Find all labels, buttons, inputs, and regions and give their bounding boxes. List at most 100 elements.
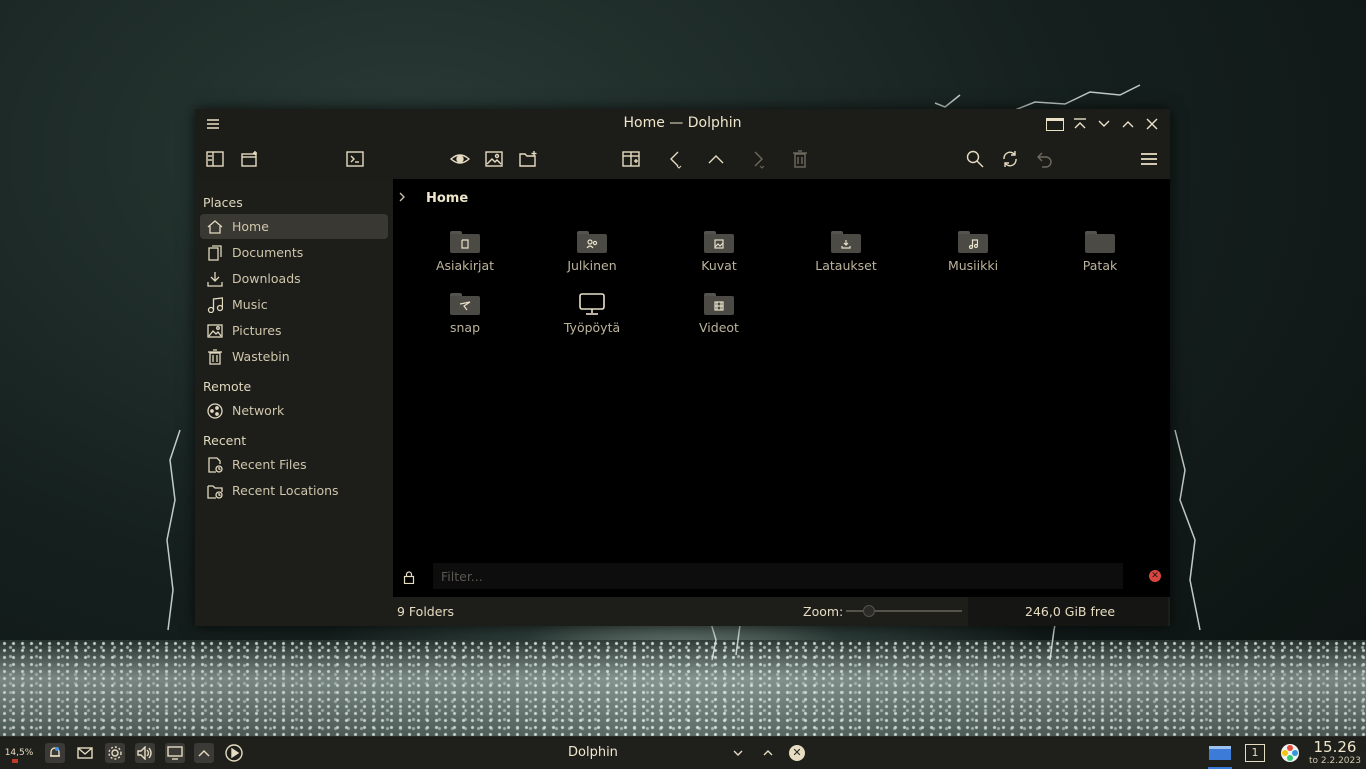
folder-item[interactable]: Lataukset (791, 231, 901, 273)
sidebar-item-documents[interactable]: Documents (200, 240, 388, 265)
filter-input[interactable] (433, 563, 1123, 589)
music-folder-icon (958, 231, 988, 253)
free-space-label: 246,0 GiB free (1025, 604, 1116, 619)
sidebar-item-label: Recent Files (232, 457, 307, 472)
breadcrumb[interactable]: Home (426, 191, 468, 206)
settings-icon[interactable] (105, 743, 125, 763)
sidebar-item-label: Music (232, 297, 268, 312)
wastebin-icon (206, 348, 224, 366)
zoom-slider-handle[interactable] (863, 605, 875, 617)
downloads-icon (206, 270, 224, 288)
clock-time: 15.26 (1313, 738, 1357, 756)
sidebar-item-music[interactable]: Music (200, 292, 388, 317)
pictures-icon (206, 322, 224, 340)
digital-clock[interactable]: 15.26 to 2.2.2023 (1306, 738, 1364, 767)
clock-date: to 2.2.2023 (1309, 756, 1361, 766)
mail-icon[interactable] (75, 743, 95, 763)
sidebar-item-home[interactable]: Home (200, 214, 388, 239)
search-icon[interactable] (963, 147, 987, 171)
new-folder-icon[interactable] (516, 147, 540, 171)
sidebar-item-label: Wastebin (232, 349, 290, 364)
sidebar-item-label: Network (232, 403, 285, 418)
filter-bar: ✕ (393, 559, 1170, 593)
folder-item[interactable]: Asiakirjat (410, 231, 520, 273)
recent-files-icon (206, 456, 224, 474)
color-picker-icon[interactable] (1280, 743, 1300, 763)
close-icon[interactable] (1142, 114, 1162, 134)
up-icon[interactable] (704, 147, 728, 171)
status-bar: 9 Folders Zoom: 246,0 GiB free (393, 597, 1170, 626)
public-folder-icon (577, 231, 607, 253)
volume-icon[interactable] (135, 743, 155, 763)
folder-item[interactable]: Videot (664, 293, 774, 335)
pictures-folder-icon (704, 231, 734, 253)
window-switcher-icon[interactable] (1208, 743, 1232, 769)
display-icon[interactable] (165, 743, 185, 763)
shade-icon[interactable] (1070, 114, 1090, 134)
back-icon[interactable] (663, 147, 687, 171)
preview-eye-icon[interactable] (448, 147, 472, 171)
folder-item[interactable]: Työpöytä (537, 293, 647, 335)
show-previews-icon[interactable] (482, 147, 506, 171)
lock-icon[interactable] (403, 569, 415, 588)
folder-icon (1085, 231, 1115, 253)
sidebar-item-recent-files[interactable]: Recent Files (200, 452, 388, 477)
downloads-folder-icon (831, 231, 861, 253)
sidebar-item-pictures[interactable]: Pictures (200, 318, 388, 343)
forward-icon[interactable] (746, 147, 770, 171)
minimize-icon[interactable] (1094, 114, 1114, 134)
recent-locations-icon (206, 482, 224, 500)
free-space-bar[interactable]: 246,0 GiB free (968, 597, 1168, 626)
music-icon (206, 296, 224, 314)
places-panel-icon[interactable] (203, 147, 227, 171)
cpu-value: 14,5% (4, 748, 34, 758)
folder-item[interactable]: Patak (1045, 231, 1155, 273)
folder-item[interactable]: Musiikki (918, 231, 1028, 273)
task-menu-chevron-down-icon[interactable] (728, 743, 748, 763)
task-maximize-chevron-up-icon[interactable] (758, 743, 778, 763)
sidebar-item-network[interactable]: Network (200, 398, 388, 423)
tray-expand-icon[interactable] (194, 743, 214, 763)
hamburger-menu-icon[interactable] (1137, 147, 1161, 171)
folder-item[interactable]: Kuvat (664, 231, 774, 273)
section-places: Places (203, 195, 243, 210)
sidebar-item-wastebin[interactable]: Wastebin (200, 344, 388, 369)
maximize-icon[interactable] (1118, 114, 1138, 134)
section-recent: Recent (203, 433, 247, 448)
new-window-icon[interactable] (238, 147, 262, 171)
window-title: Home — Dolphin (623, 115, 742, 131)
sidebar-item-label: Downloads (232, 271, 301, 286)
delete-icon[interactable] (788, 147, 812, 171)
terminal-icon[interactable] (343, 147, 367, 171)
desktop-icon (579, 293, 605, 315)
keep-above-icon[interactable] (1045, 114, 1065, 134)
dolphin-window: Home — Dolphin Places Home Documents Dow… (195, 109, 1170, 626)
sidebar-item-label: Recent Locations (232, 483, 339, 498)
sidebar-item-label: Documents (232, 245, 304, 260)
media-player-icon[interactable] (224, 743, 244, 763)
sidebar-item-recent-locations[interactable]: Recent Locations (200, 478, 388, 503)
split-view-icon[interactable] (619, 147, 643, 171)
cpu-monitor[interactable]: 14,5% (4, 743, 34, 763)
breadcrumb-chevron-icon[interactable] (397, 191, 407, 207)
home-icon (206, 218, 224, 236)
task-dolphin[interactable]: Dolphin (568, 745, 618, 760)
virtual-desktop-pager[interactable]: 1 (1245, 743, 1265, 763)
desktop-number: 1 (1245, 744, 1265, 762)
snap-folder-icon (450, 293, 480, 315)
clear-filter-icon[interactable]: ✕ (1149, 570, 1161, 582)
file-view[interactable]: Home Asiakirjat Julkinen Kuvat Lataukset… (393, 179, 1170, 626)
zoom-label: Zoom: (803, 604, 844, 619)
title-bar[interactable]: Home — Dolphin (195, 109, 1170, 138)
document-folder-icon (450, 231, 480, 253)
sidebar-item-downloads[interactable]: Downloads (200, 266, 388, 291)
folder-item[interactable]: Julkinen (537, 231, 647, 273)
section-remote: Remote (203, 379, 252, 394)
task-close-icon[interactable]: ✕ (787, 743, 807, 763)
undo-icon[interactable] (1032, 147, 1056, 171)
notifications-icon[interactable] (45, 743, 65, 763)
reload-icon[interactable] (998, 147, 1022, 171)
folder-item[interactable]: snap (410, 293, 520, 335)
places-panel: Places Home Documents Downloads Music Pi… (195, 179, 393, 626)
sidebar-item-label: Pictures (232, 323, 282, 338)
